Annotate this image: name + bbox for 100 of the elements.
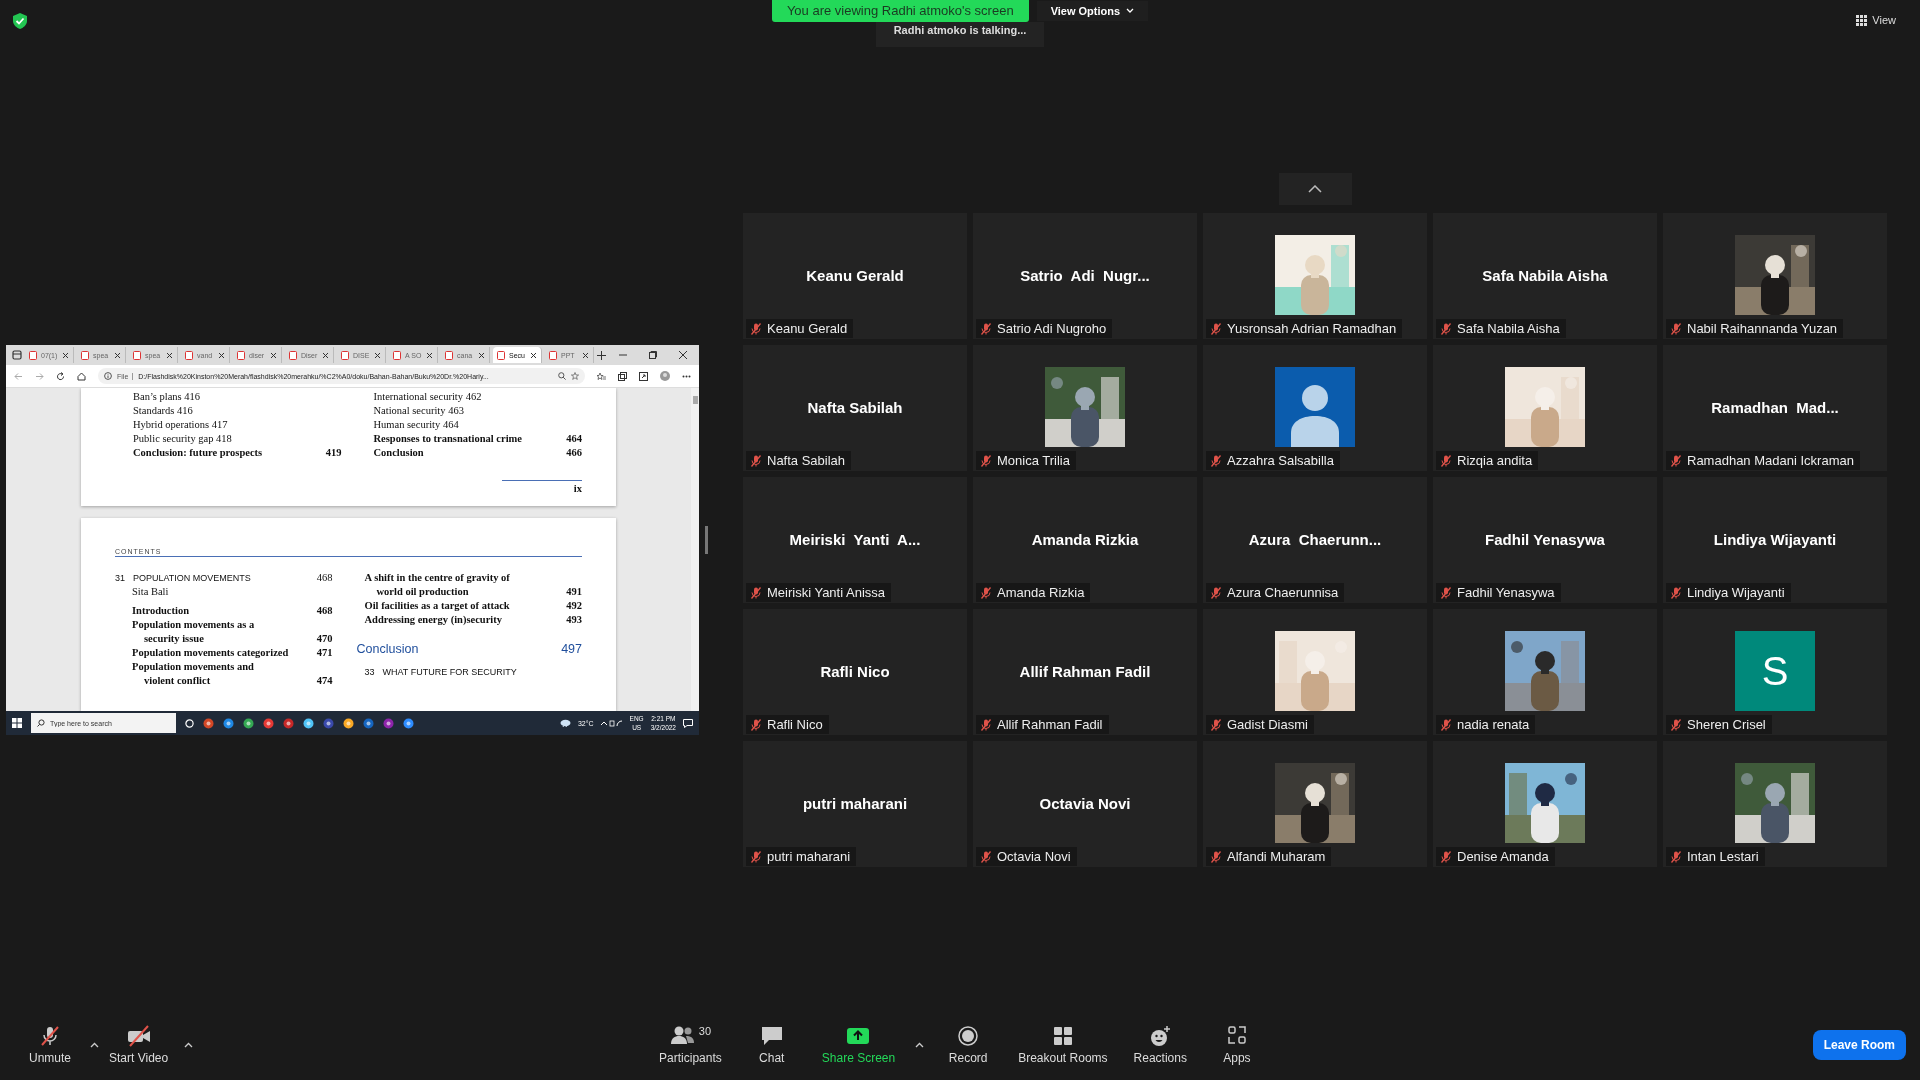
participants-button[interactable]: 30 Participants: [653, 1023, 728, 1067]
taskbar-app-icon[interactable]: [223, 717, 234, 729]
participant-label: Azura Chaerunnisa: [1227, 585, 1339, 600]
close-icon[interactable]: [218, 351, 225, 359]
participant-tile[interactable]: Octavia Novi Octavia Novi: [973, 741, 1197, 867]
close-icon[interactable]: [322, 351, 329, 359]
reload-icon[interactable]: [56, 371, 65, 381]
close-icon[interactable]: [530, 351, 537, 359]
participant-name: Octavia Novi: [1039, 794, 1131, 812]
close-icon[interactable]: [374, 351, 381, 359]
participant-tile[interactable]: Amanda Rizkia Amanda Rizkia: [973, 477, 1197, 603]
share-icon[interactable]: [639, 371, 648, 381]
close-icon[interactable]: [114, 351, 121, 359]
notification-icon[interactable]: [683, 718, 693, 728]
home-icon[interactable]: [77, 371, 86, 381]
new-tab-icon[interactable]: [597, 350, 606, 360]
windows-start-icon[interactable]: [12, 718, 22, 728]
participant-tile[interactable]: Alfandi Muharam: [1203, 741, 1427, 867]
toc-entry: Ban’s plans 416: [133, 390, 201, 404]
participant-tile[interactable]: putri maharani putri maharani: [743, 741, 967, 867]
view-options-button[interactable]: View Options: [1036, 1, 1149, 21]
participant-tile[interactable]: Yusronsah Adrian Ramadhan: [1203, 213, 1427, 339]
more-icon[interactable]: [682, 374, 691, 378]
pdf-file-icon: [289, 350, 297, 360]
participant-tile[interactable]: Allif Rahman Fadil Allif Rahman Fadil: [973, 609, 1197, 735]
taskbar-app-icon[interactable]: [203, 717, 214, 729]
tray-icons[interactable]: [600, 719, 623, 727]
people-icon: [669, 1025, 696, 1047]
participant-tile[interactable]: Rafli Nico Rafli Nico: [743, 609, 967, 735]
apps-button[interactable]: Apps: [1206, 1023, 1267, 1067]
participant-tile[interactable]: Meiriski Yanti A... Meiriski Yanti Anissa: [743, 477, 967, 603]
participant-tile[interactable]: Safa Nabila Aisha Safa Nabila Aisha: [1433, 213, 1657, 339]
participant-tile[interactable]: nadia renata: [1433, 609, 1657, 735]
participant-label: Allif Rahman Fadil: [997, 717, 1103, 732]
info-icon: [104, 372, 112, 380]
page-number: 497: [561, 641, 582, 657]
close-icon[interactable]: [270, 351, 277, 359]
leave-room-button[interactable]: Leave Room: [1812, 1030, 1906, 1060]
participant-tile[interactable]: Gadist Diasmi: [1203, 609, 1427, 735]
participant-tile[interactable]: Azura Chaerunn... Azura Chaerunnisa: [1203, 477, 1427, 603]
participant-tile[interactable]: Denise Amanda: [1433, 741, 1657, 867]
page-number: 419: [325, 446, 342, 460]
participant-tile[interactable]: Intan Lestari: [1663, 741, 1887, 867]
start-video-button[interactable]: Start Video: [103, 1023, 175, 1067]
caret-icon[interactable]: [915, 1042, 925, 1048]
taskbar-app-icon[interactable]: [383, 717, 394, 729]
caret-icon[interactable]: [90, 1042, 99, 1048]
pdf-file-icon: [497, 350, 505, 360]
collections-icon[interactable]: [618, 371, 627, 381]
close-icon[interactable]: [166, 351, 173, 359]
participant-label: Nafta Sabilah: [767, 453, 846, 468]
breakout-button[interactable]: Breakout Rooms: [1012, 1023, 1114, 1067]
record-button[interactable]: Record: [938, 1023, 999, 1067]
taskbar-app-icon[interactable]: [343, 717, 354, 729]
participant-tile[interactable]: Monica Trilia: [973, 345, 1197, 471]
taskbar-app-icon[interactable]: [283, 717, 294, 729]
participant-tile[interactable]: Azzahra Salsabilla: [1203, 345, 1427, 471]
participant-label: Gadist Diasmi: [1227, 717, 1308, 732]
profile-icon[interactable]: [660, 371, 670, 381]
close-icon[interactable]: [478, 351, 485, 359]
participant-name: Meiriski Yanti A...: [789, 530, 921, 548]
participant-label: Intan Lestari: [1687, 849, 1759, 864]
close-icon[interactable]: [679, 351, 687, 359]
caret-icon[interactable]: [184, 1042, 194, 1048]
chat-button[interactable]: Chat: [741, 1023, 802, 1067]
tab-actions-icon[interactable]: [12, 350, 22, 360]
toc-entry: Introduction: [132, 604, 189, 618]
scrollbar[interactable]: [691, 388, 699, 711]
page-number: 468: [316, 571, 333, 585]
view-button[interactable]: View: [1850, 13, 1902, 27]
participant-tile[interactable]: Keanu Gerald Keanu Gerald: [743, 213, 967, 339]
participant-label: Alfandi Muharam: [1227, 849, 1326, 864]
favorites-icon[interactable]: [597, 371, 606, 381]
restore-icon[interactable]: [649, 351, 657, 359]
taskbar-app-icon[interactable]: [323, 717, 334, 729]
participant-tile[interactable]: Nafta Sabilah Nafta Sabilah: [743, 345, 967, 471]
participant-tile[interactable]: Rizqia andita: [1433, 345, 1657, 471]
cortana-icon[interactable]: [185, 718, 194, 728]
minimize-icon[interactable]: [619, 351, 627, 359]
taskbar-app-icon[interactable]: [363, 717, 374, 729]
taskbar-app-icon[interactable]: [403, 717, 414, 729]
participant-tile[interactable]: S Sheren Crisel: [1663, 609, 1887, 735]
reactions-button[interactable]: Reactions: [1127, 1023, 1193, 1067]
participant-tile[interactable]: Satrio Adi Nugr... Satrio Adi Nugroho: [973, 213, 1197, 339]
shield-icon[interactable]: [13, 13, 27, 29]
taskbar-app-icon[interactable]: [303, 717, 314, 729]
close-icon[interactable]: [582, 351, 589, 359]
participant-tile[interactable]: Fadhil Yenasywa Fadhil Yenasywa: [1433, 477, 1657, 603]
participant-tile[interactable]: Ramadhan Mad... Ramadhan Madani Ickraman: [1663, 345, 1887, 471]
share-button[interactable]: Share Screen: [815, 1023, 902, 1067]
unmute-button[interactable]: Unmute: [20, 1023, 80, 1067]
participant-name: Ramadhan Mad...: [1711, 398, 1839, 416]
close-icon[interactable]: [62, 351, 69, 359]
toc-entry: violent conflict: [144, 674, 211, 688]
close-icon[interactable]: [426, 351, 433, 359]
taskbar-app-icon[interactable]: [263, 717, 274, 729]
participant-tile[interactable]: Lindiya Wijayanti Lindiya Wijayanti: [1663, 477, 1887, 603]
split-handle[interactable]: [705, 526, 708, 554]
participant-tile[interactable]: Nabil Raihannanda Yuzan: [1663, 213, 1887, 339]
taskbar-app-icon[interactable]: [243, 717, 254, 729]
